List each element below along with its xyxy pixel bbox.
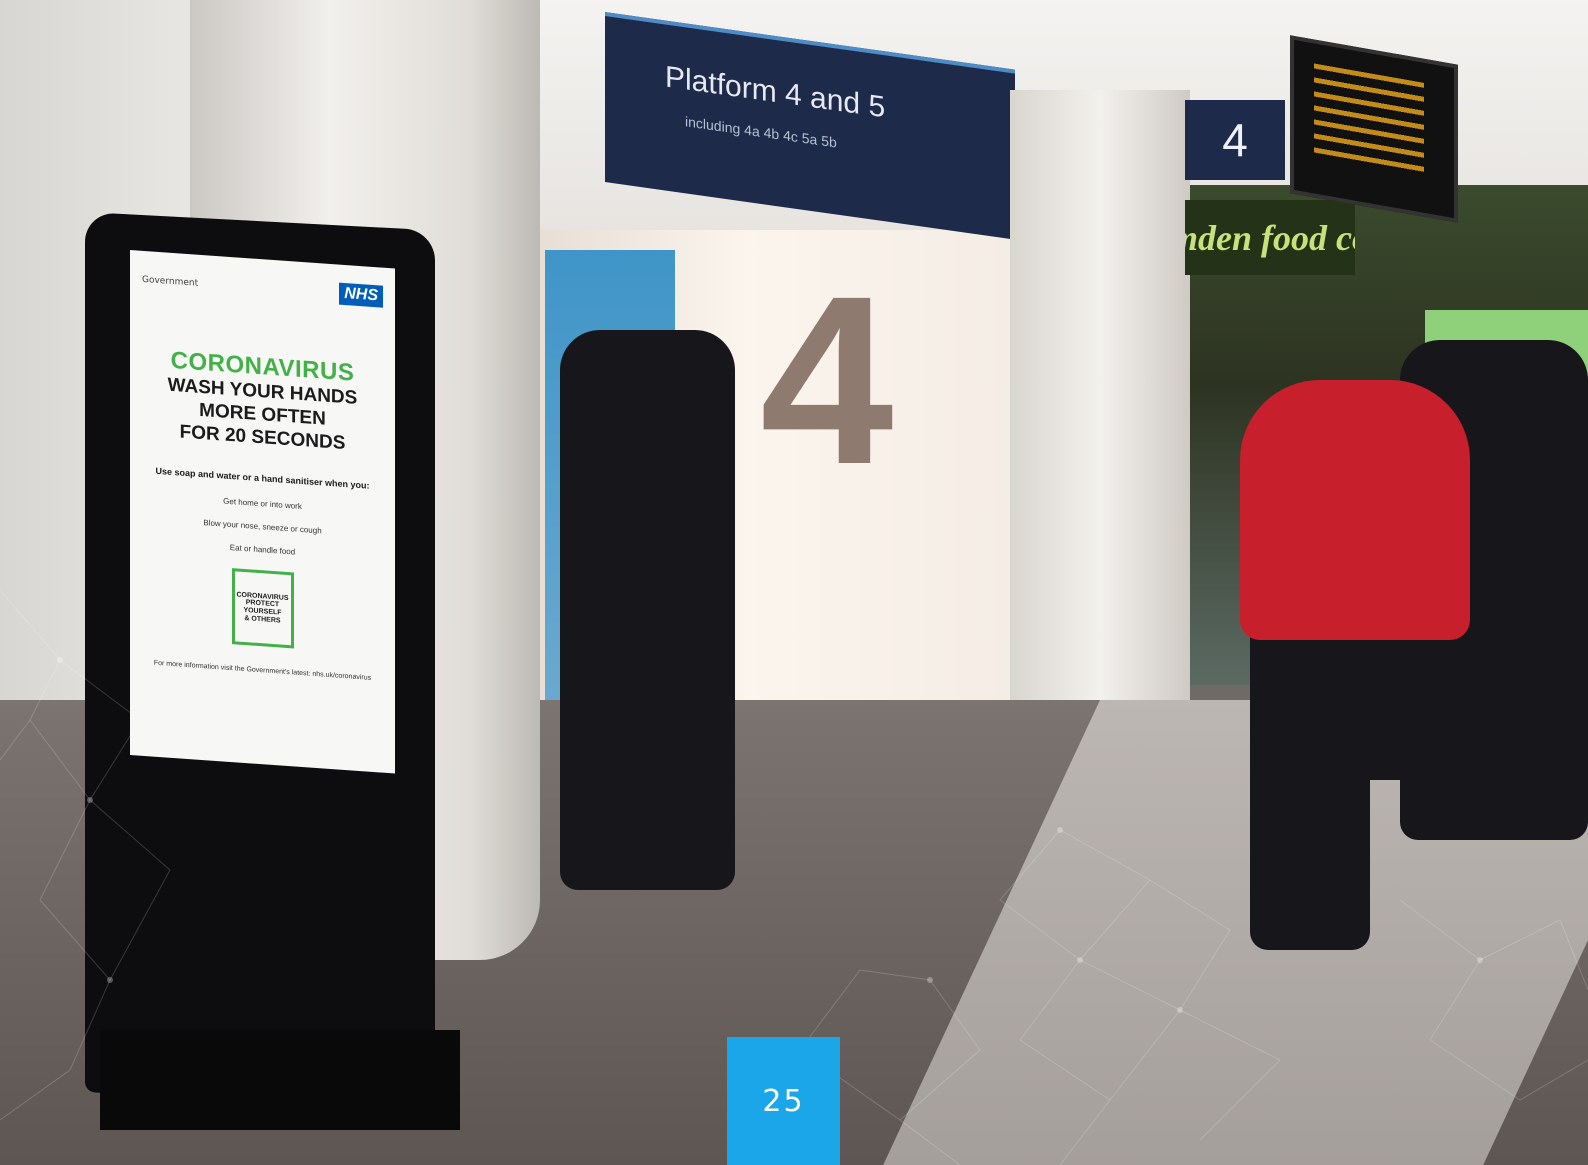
when-item: Blow your nose, sneeze or cough (203, 518, 322, 536)
duffel-bag (1300, 640, 1550, 780)
kiosk-base (100, 1030, 460, 1130)
protect-yourself-badge: CORONAVIRUS PROTECT YOURSELF & OTHERS (231, 568, 294, 649)
page-number-badge: 25 (727, 1037, 840, 1165)
when-item: Get home or into work (223, 496, 302, 512)
person-red-hoodie (1240, 380, 1470, 640)
platform-sign-subtitle: including 4a 4b 4c 5a 5b (685, 113, 837, 151)
platform-number-box: 4 (1185, 100, 1285, 180)
shop-sign: mden food co (1185, 200, 1355, 275)
departure-board (1290, 35, 1458, 223)
kiosk-screen: Government NHS CORONAVIRUS WASH YOUR HAN… (130, 250, 395, 774)
footer-note: For more information visit the Governmen… (153, 659, 372, 682)
shop-pillar (1010, 90, 1190, 710)
when-item: Eat or handle food (229, 543, 296, 557)
nhs-logo: NHS (339, 282, 383, 308)
wall-platform-number: 4 (760, 246, 894, 514)
person-walking-center (560, 330, 735, 890)
station-photo: 4 Platform 4 and 5 including 4a 4b 4c 5a… (0, 0, 1588, 1165)
use-soap-text: Use soap and water or a hand sanitiser w… (155, 466, 370, 492)
government-mark: Government (142, 274, 199, 289)
screen-header: Government NHS (142, 265, 383, 312)
protect-line: & OTHERS (244, 614, 281, 625)
